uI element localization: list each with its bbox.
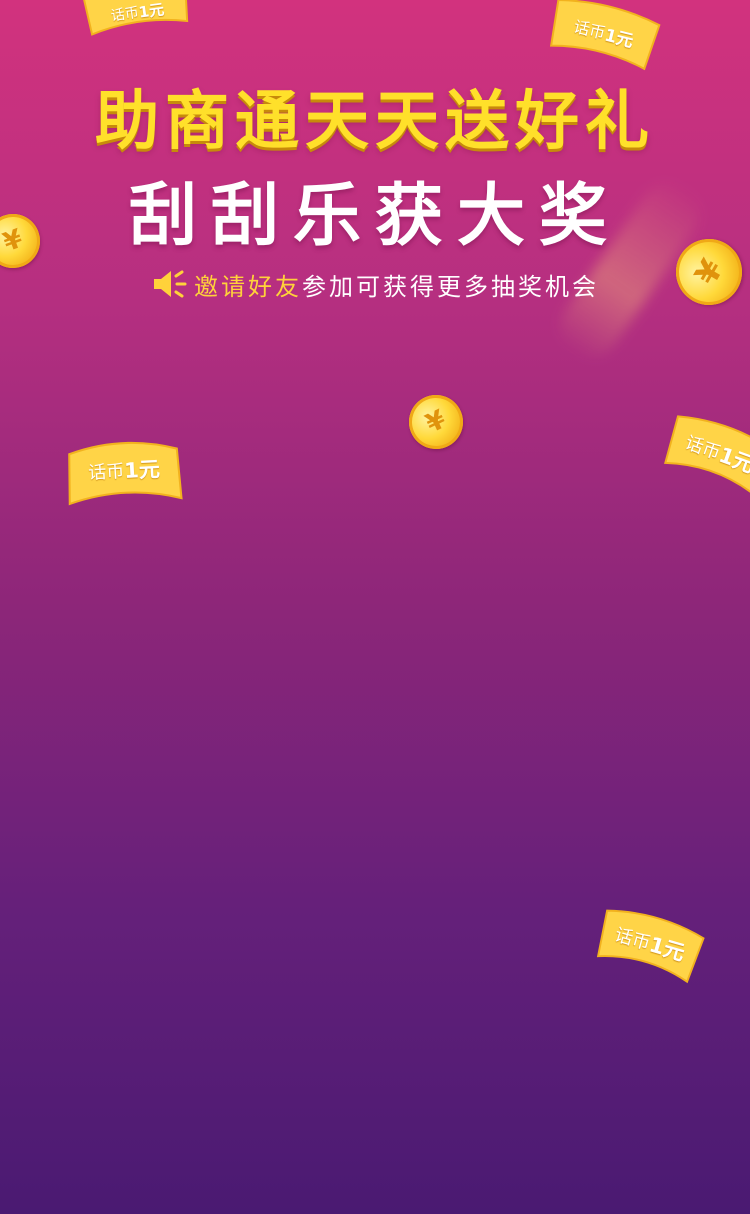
ticket-amount: 1元 xyxy=(646,932,688,966)
speaker-icon xyxy=(154,270,187,298)
invite-friends-highlight: 邀请好友 xyxy=(194,272,302,301)
invite-tip: 邀请好友 参加可获得更多抽奖机会 xyxy=(150,262,599,306)
invite-tip-text: 参加可获得更多抽奖机会 xyxy=(302,272,599,301)
ticket-amount: 1元 xyxy=(602,25,636,52)
ticket-amount: 1元 xyxy=(123,457,161,483)
ticket-label: 话币 xyxy=(109,4,140,25)
ticket-right-middle: 话币 1元 xyxy=(656,403,750,503)
scratch-card-promo-page: 话币 1元 话币 1元 话币 1元 话币 1元 话币 1元 ¥ ¥ ¥ 助商通天… xyxy=(0,0,750,1214)
ticket-label: 话币 xyxy=(87,461,125,484)
main-title: 助商通天天送好礼 xyxy=(95,85,655,159)
coin-center-icon: ¥ xyxy=(400,386,472,458)
ticket-top-right: 话币 1元 xyxy=(542,0,665,75)
ticket-left-middle: 话币 1元 xyxy=(64,433,183,507)
ticket-amount: 1元 xyxy=(137,0,166,22)
coin-symbol: ¥ xyxy=(421,404,451,440)
sub-title: 刮刮乐获大奖 xyxy=(128,177,621,256)
ticket-top-left: 话币 1元 xyxy=(76,0,195,40)
ticket-bottom-right: 话币 1元 xyxy=(590,898,711,987)
